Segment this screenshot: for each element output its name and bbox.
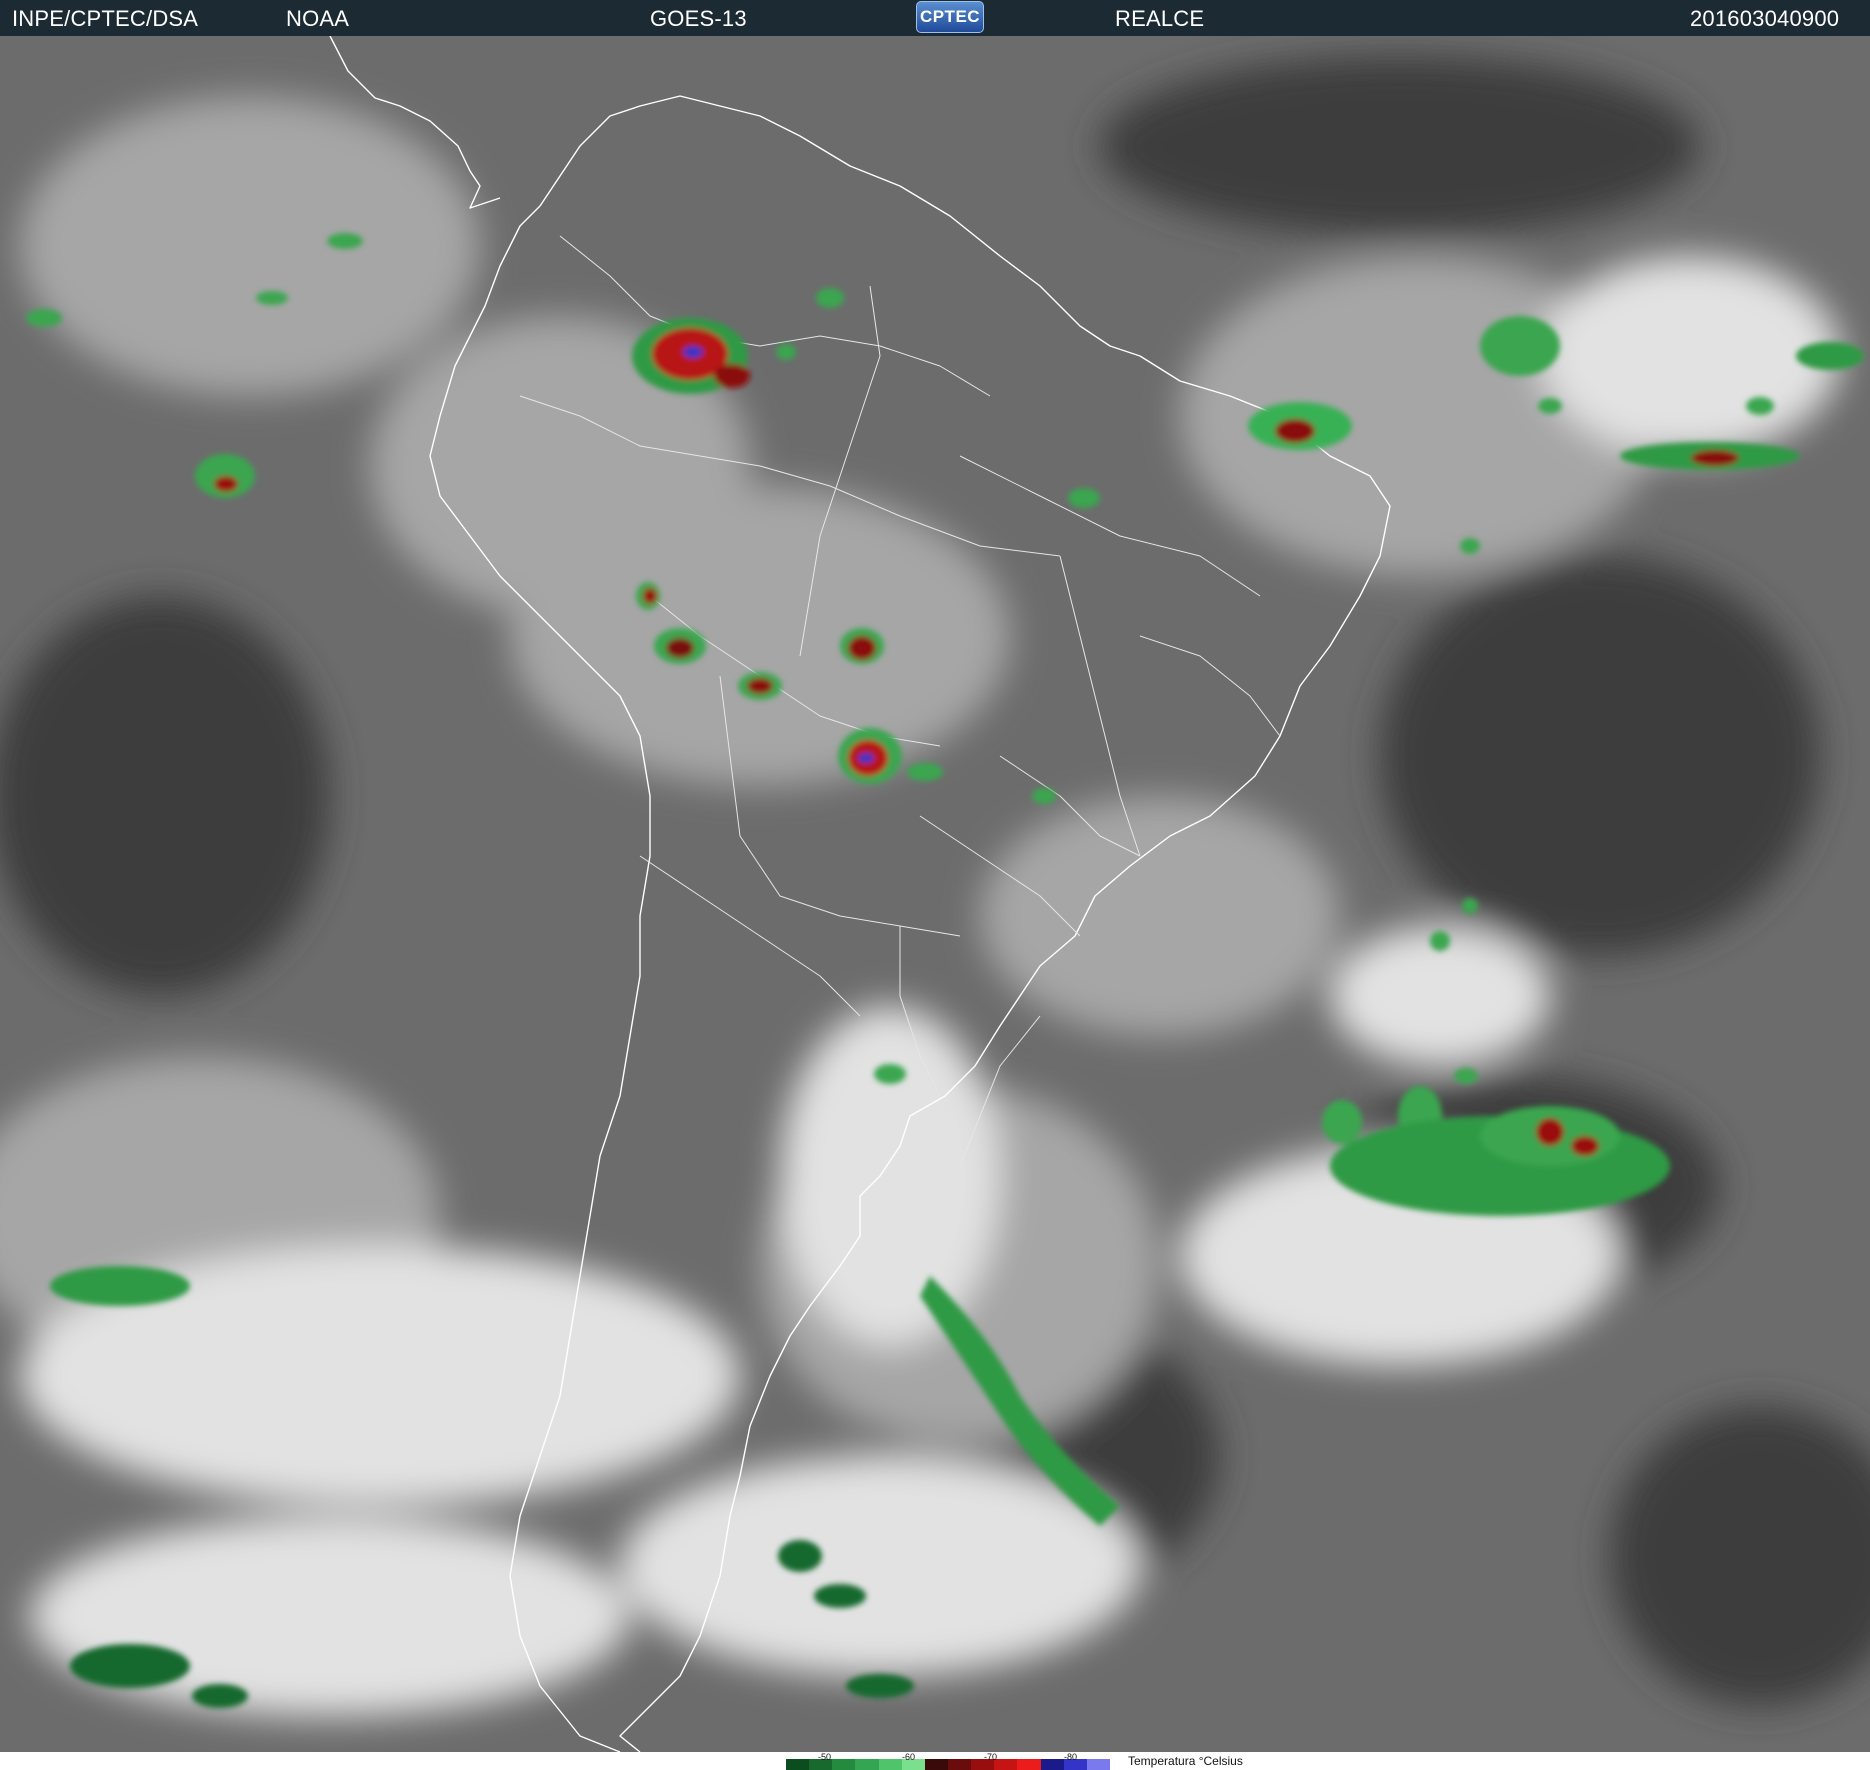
satellite-image [0,36,1870,1752]
logo-text: CPTEC [919,7,981,26]
header-bar: INPE/CPTEC/DSA NOAA GOES-13 CPTEC REALCE… [0,0,1870,36]
legend-title: Temperatura °Celsius [1128,1754,1243,1768]
legend-swatch [947,1759,972,1770]
satellite-label: GOES-13 [650,6,747,31]
storm-cell-peru-2 [636,582,660,610]
legend-swatch [994,1759,1018,1770]
agency-label: INPE/CPTEC/DSA [12,6,199,31]
legend-tick: -80 [1064,1752,1078,1762]
legend-swatch [1040,1759,1064,1770]
storm-cell-maranhao [1248,402,1352,450]
legend-swatch [786,1759,810,1770]
temperature-colorbar [786,1759,1110,1770]
provider-label: NOAA [286,6,350,31]
satellite-map-canvas [0,36,1870,1752]
legend-swatch [1086,1759,1110,1770]
storm-cell-rondonia [840,628,884,664]
legend-swatch [924,1759,948,1770]
legend-tick: -60 [902,1752,916,1762]
legend-swatch [855,1759,879,1770]
timestamp-label: 201603040900 [1690,6,1840,31]
legend-swatch [832,1759,856,1770]
storm-cell-acre [738,672,782,700]
storm-cell-peru-1 [654,628,706,664]
legend-tick: -70 [984,1752,998,1762]
cptec-logo: CPTEC [916,1,984,33]
temperature-legend: -50 -60 -70 -80 Temperatura °Celsius [0,1752,1870,1770]
product-label: REALCE [1115,6,1205,31]
legend-swatch [878,1759,902,1770]
legend-tick: -50 [818,1752,832,1762]
storm-cell-pacific-north [195,454,255,498]
legend-swatch [1017,1759,1041,1770]
